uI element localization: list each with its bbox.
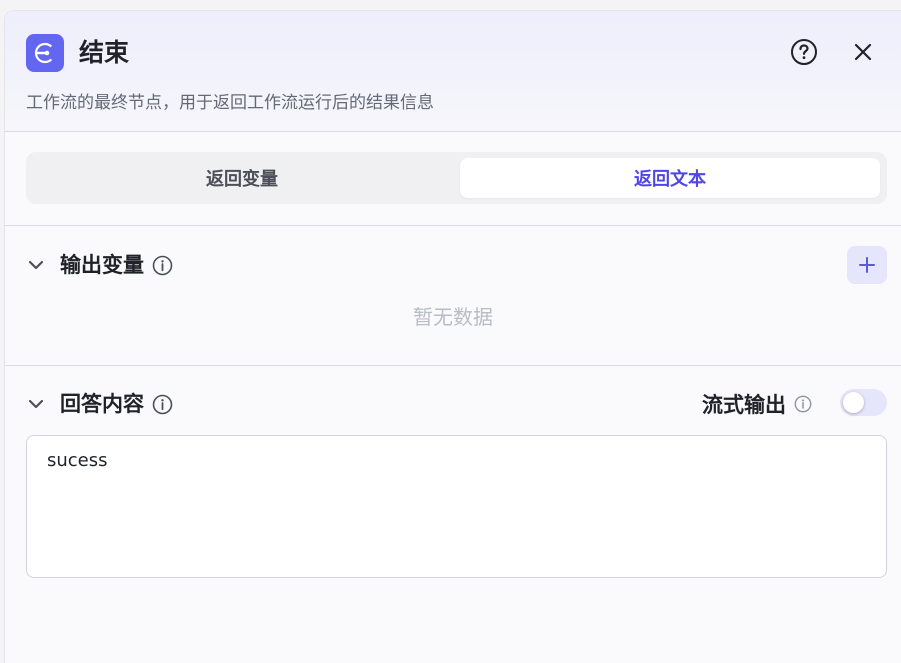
toggle-knob [843,392,864,413]
answer-content-header: 回答内容 [26,389,173,419]
help-circle-icon[interactable] [790,38,818,66]
divider [5,365,901,366]
plus-icon [859,257,875,273]
panel-header: 结束 工作流的最终节点，用于返回工作流运行后的结果信息 [5,11,901,132]
output-variables-label: 输出变量 [60,253,144,277]
tab-return-variables[interactable]: 返回变量 [32,158,452,198]
chevron-down-icon[interactable] [26,394,46,414]
info-icon[interactable] [794,395,812,413]
divider [5,225,901,226]
stream-output-label: 流式输出 [702,393,786,417]
end-node-icon [26,34,64,72]
tab-return-text[interactable]: 返回文本 [460,158,880,198]
return-mode-tabs: 返回变量 返回文本 [26,152,887,204]
add-variable-button[interactable] [847,246,887,284]
end-node-panel: 结束 工作流的最终节点，用于返回工作流运行后的结果信息 返回变量 返回文本 输出… [4,10,901,663]
chevron-down-icon[interactable] [26,255,46,275]
answer-content-label: 回答内容 [60,392,144,416]
info-icon[interactable] [152,255,173,276]
node-title: 结束 [79,38,130,67]
output-variables-header: 输出变量 [26,250,173,280]
empty-state-text: 暂无数据 [413,305,493,329]
node-description: 工作流的最终节点，用于返回工作流运行后的结果信息 [26,93,434,113]
close-icon[interactable] [850,39,876,65]
stream-output-toggle[interactable] [840,389,887,416]
info-icon[interactable] [152,394,173,415]
answer-content-input[interactable]: sucess [26,435,887,578]
stream-output-control: 流式输出 [702,389,812,419]
